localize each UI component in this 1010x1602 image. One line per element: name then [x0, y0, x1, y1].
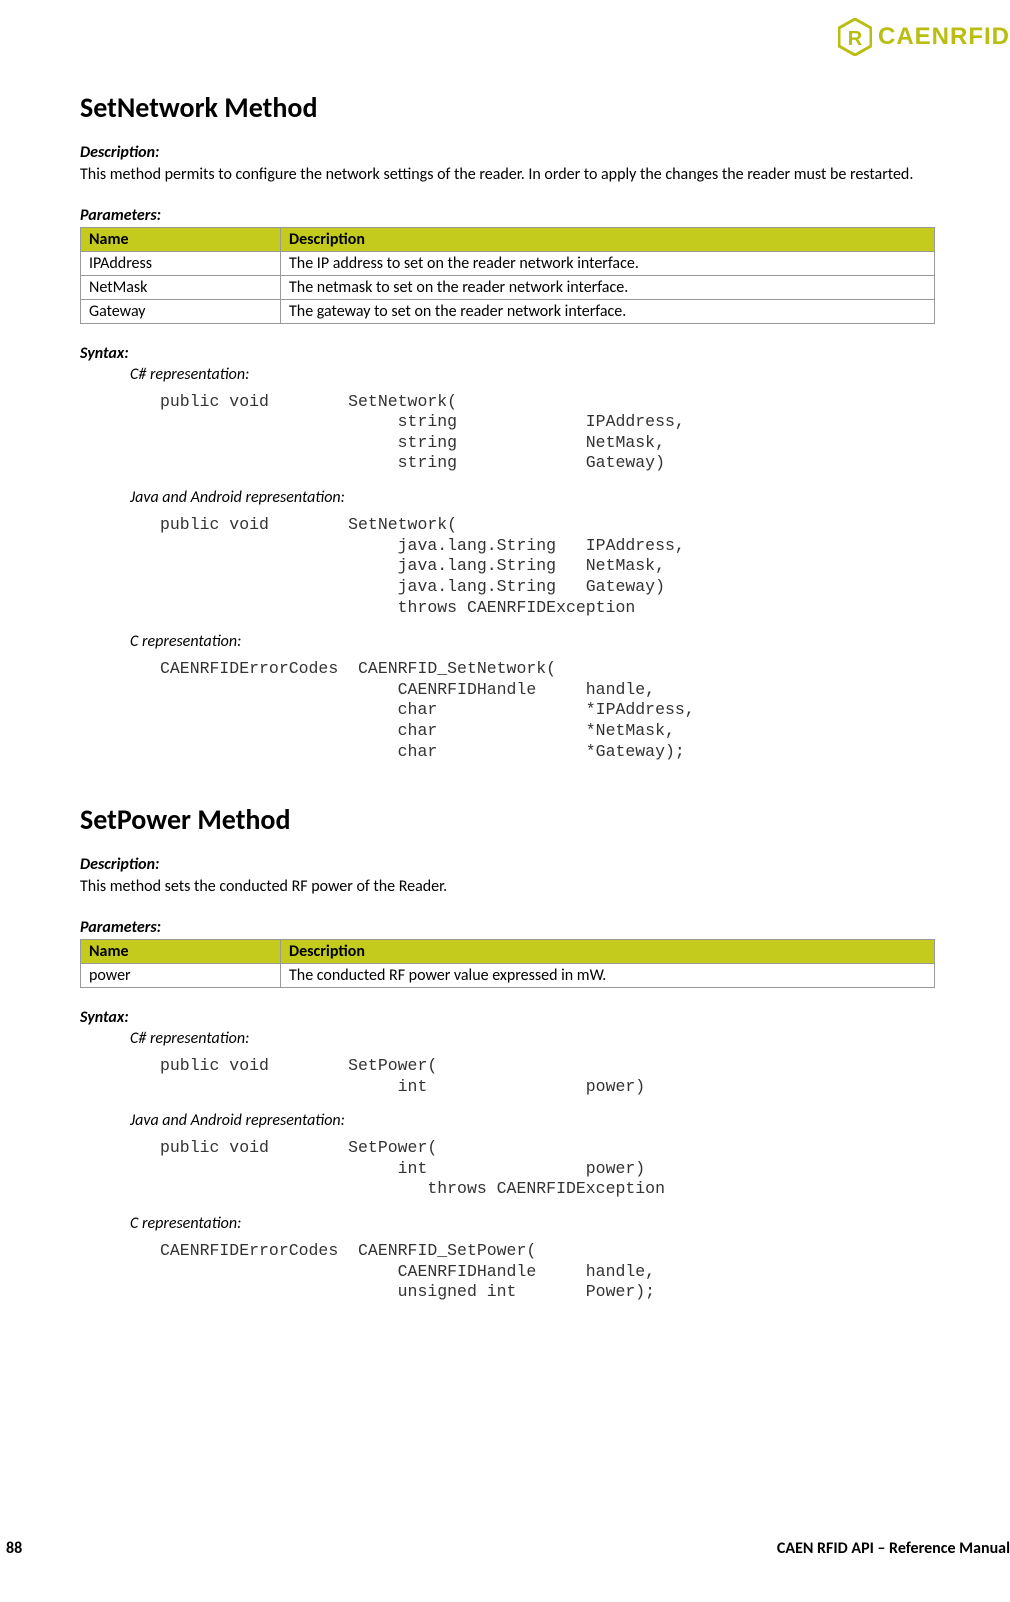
c-code: CAENRFIDErrorCodes CAENRFID_SetNetwork( … [160, 659, 935, 762]
method-title: SetPower Method [80, 802, 935, 837]
description-label: Description: [80, 855, 935, 874]
brand-logo: R CAENRFID [838, 18, 1010, 56]
param-desc: The gateway to set on the reader network… [281, 299, 935, 323]
page-number: 88 [0, 1539, 22, 1558]
table-row: power The conducted RF power value expre… [81, 963, 935, 987]
page-footer: 88 CAEN RFID API – Reference Manual [0, 1539, 1010, 1558]
description-text: This method permits to configure the net… [80, 164, 935, 186]
param-name: IPAddress [81, 251, 281, 275]
java-label: Java and Android representation: [130, 1111, 935, 1130]
table-header-name: Name [81, 939, 281, 963]
description-label: Description: [80, 143, 935, 162]
table-row: NetMask The netmask to set on the reader… [81, 275, 935, 299]
param-desc: The conducted RF power value expressed i… [281, 963, 935, 987]
param-name: NetMask [81, 275, 281, 299]
table-header-desc: Description [281, 939, 935, 963]
c-label: C representation: [130, 1214, 935, 1233]
syntax-label: Syntax: [80, 1008, 935, 1027]
method-title: SetNetwork Method [80, 90, 935, 125]
param-desc: The IP address to set on the reader netw… [281, 251, 935, 275]
c-label: C representation: [130, 632, 935, 651]
parameters-table: Name Description IPAddress The IP addres… [80, 227, 935, 324]
section-setpower: SetPower Method Description: This method… [80, 802, 935, 1303]
table-row: IPAddress The IP address to set on the r… [81, 251, 935, 275]
param-name: Gateway [81, 299, 281, 323]
table-row: Gateway The gateway to set on the reader… [81, 299, 935, 323]
syntax-label: Syntax: [80, 344, 935, 363]
logo-text: CAENRFID [878, 23, 1010, 51]
csharp-label: C# representation: [130, 365, 935, 384]
section-setnetwork: SetNetwork Method Description: This meth… [80, 90, 935, 762]
csharp-code: public void SetNetwork( string IPAddress… [160, 392, 935, 475]
java-label: Java and Android representation: [130, 488, 935, 507]
table-header-name: Name [81, 227, 281, 251]
java-code: public void SetNetwork( java.lang.String… [160, 515, 935, 618]
footer-title: CAEN RFID API – Reference Manual [777, 1539, 1010, 1558]
java-code: public void SetPower( int power) throws … [160, 1138, 935, 1200]
svg-text:R: R [848, 28, 863, 50]
csharp-label: C# representation: [130, 1029, 935, 1048]
description-text: This method sets the conducted RF power … [80, 876, 935, 898]
hexagon-r-icon: R [838, 18, 872, 56]
param-desc: The netmask to set on the reader network… [281, 275, 935, 299]
parameters-label: Parameters: [80, 206, 935, 225]
param-name: power [81, 963, 281, 987]
parameters-table: Name Description power The conducted RF … [80, 939, 935, 988]
c-code: CAENRFIDErrorCodes CAENRFID_SetPower( CA… [160, 1241, 935, 1303]
csharp-code: public void SetPower( int power) [160, 1056, 935, 1097]
parameters-label: Parameters: [80, 918, 935, 937]
table-header-desc: Description [281, 227, 935, 251]
